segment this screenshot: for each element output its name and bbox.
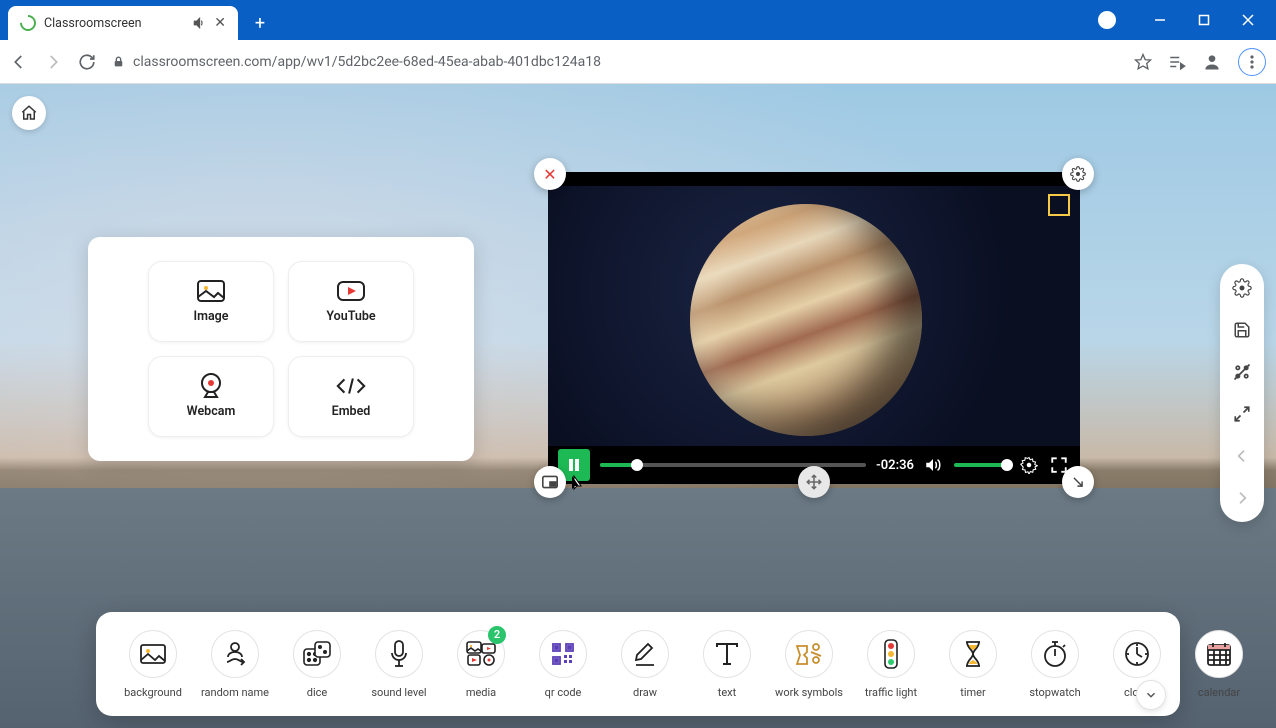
youtube-icon — [335, 279, 367, 303]
next-screen-button[interactable] — [1228, 484, 1256, 512]
volume-icon[interactable] — [924, 456, 944, 474]
right-toolbar — [1220, 264, 1264, 522]
tool-random-name[interactable]: random name — [196, 630, 274, 699]
account-icon[interactable] — [1202, 52, 1222, 72]
dock-collapse-button[interactable] — [1136, 680, 1166, 710]
progress-handle[interactable] — [631, 459, 643, 471]
video-progress-bar[interactable] — [600, 463, 866, 467]
video-content-planet — [690, 204, 922, 436]
tool-calendar[interactable]: calendar — [1180, 630, 1258, 699]
save-button[interactable] — [1228, 316, 1256, 344]
dice-icon — [303, 641, 331, 667]
media-control-icon[interactable] — [1168, 53, 1186, 71]
widget-move-handle[interactable] — [798, 466, 830, 498]
tool-stopwatch[interactable]: stopwatch — [1016, 630, 1094, 699]
tool-sound-level[interactable]: sound level — [360, 630, 438, 699]
shuffle-person-icon — [224, 641, 246, 667]
text-icon — [714, 642, 740, 666]
browser-toolbar: classroomscreen.com/app/wv1/5d2bc2ee-68e… — [0, 40, 1276, 84]
media-badge: 2 — [488, 626, 506, 644]
video-settings-icon[interactable] — [1020, 456, 1040, 474]
tool-background[interactable]: background — [114, 630, 192, 699]
picture-icon — [140, 644, 166, 664]
microphone-icon — [390, 640, 408, 668]
calendar-icon — [1206, 641, 1232, 667]
tool-timer[interactable]: timer — [934, 630, 1012, 699]
tool-dice[interactable]: dice — [278, 630, 356, 699]
expand-button[interactable] — [1228, 400, 1256, 428]
tool-qr-code[interactable]: qr code — [524, 630, 602, 699]
widget-pip-button[interactable] — [534, 466, 566, 498]
address-bar[interactable]: classroomscreen.com/app/wv1/5d2bc2ee-68e… — [112, 54, 1120, 70]
settings-button[interactable] — [1228, 274, 1256, 302]
tool-draw[interactable]: draw — [606, 630, 684, 699]
browser-tab[interactable]: Classroomscreen ✕ — [8, 6, 238, 40]
qr-icon — [551, 642, 575, 666]
url-text: classroomscreen.com/app/wv1/5d2bc2ee-68e… — [133, 54, 601, 70]
webcam-icon — [195, 374, 227, 398]
tool-work-symbols[interactable]: work symbols — [770, 630, 848, 699]
tab-close-button[interactable]: ✕ — [214, 15, 226, 31]
chrome-menu-button[interactable] — [1238, 48, 1266, 76]
reload-button[interactable] — [78, 53, 98, 71]
widget-resize-handle[interactable] — [1062, 466, 1094, 498]
natgeo-logo-icon — [1048, 194, 1070, 216]
media-option-label: Webcam — [187, 404, 236, 419]
traffic-light-icon — [884, 639, 898, 669]
bookmark-star-icon[interactable] — [1134, 53, 1152, 71]
code-icon — [335, 374, 367, 398]
audio-playing-icon[interactable] — [192, 16, 206, 30]
tool-text[interactable]: text — [688, 630, 766, 699]
video-frame[interactable] — [548, 186, 1080, 446]
media-option-embed[interactable]: Embed — [288, 356, 414, 437]
video-widget: -02:36 ✕ — [548, 172, 1080, 484]
media-picker-panel: Image YouTube Webcam Embed — [88, 237, 474, 461]
volume-slider[interactable] — [954, 463, 1010, 467]
lock-icon — [112, 55, 125, 68]
hide-widgets-button[interactable] — [1228, 358, 1256, 386]
clock-icon — [1124, 641, 1150, 667]
window-maximize-button[interactable] — [1182, 5, 1226, 35]
profile-indicator-icon — [1098, 11, 1116, 29]
video-time-remaining: -02:36 — [876, 458, 914, 473]
window-close-button[interactable] — [1226, 5, 1270, 35]
widget-close-button[interactable]: ✕ — [534, 158, 566, 190]
home-button[interactable] — [12, 96, 46, 130]
media-option-webcam[interactable]: Webcam — [148, 356, 274, 437]
media-option-label: Embed — [332, 404, 371, 419]
prev-screen-button[interactable] — [1228, 442, 1256, 470]
media-option-label: Image — [193, 309, 228, 324]
image-icon — [195, 279, 227, 303]
window-minimize-button[interactable] — [1138, 5, 1182, 35]
volume-handle[interactable] — [1001, 459, 1013, 471]
forward-button — [44, 53, 64, 71]
work-symbols-icon — [795, 642, 823, 666]
tab-title: Classroomscreen — [44, 16, 184, 31]
media-option-label: YouTube — [326, 309, 375, 324]
app-canvas: Image YouTube Webcam Embed — [0, 84, 1276, 728]
media-icon — [466, 641, 496, 667]
tool-media[interactable]: 2 media — [442, 630, 520, 699]
favicon-icon — [17, 12, 40, 35]
media-option-youtube[interactable]: YouTube — [288, 261, 414, 342]
pencil-icon — [634, 641, 656, 667]
hourglass-icon — [963, 640, 983, 668]
back-button[interactable] — [10, 53, 30, 71]
stopwatch-icon — [1043, 640, 1067, 668]
widget-dock: background random name dice sound level … — [96, 612, 1180, 716]
browser-tabstrip: Classroomscreen ✕ + — [0, 0, 1076, 40]
media-option-image[interactable]: Image — [148, 261, 274, 342]
new-tab-button[interactable]: + — [246, 9, 274, 37]
widget-settings-button[interactable] — [1062, 158, 1094, 190]
tool-traffic-light[interactable]: traffic light — [852, 630, 930, 699]
